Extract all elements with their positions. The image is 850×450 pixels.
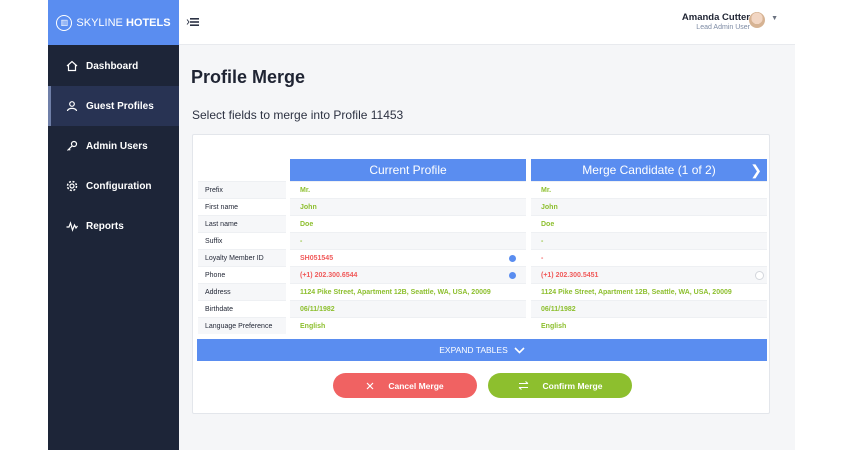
value-cell: 1124 Pike Street, Apartment 12B, Seattle…: [531, 283, 767, 300]
field-label: Language Preference: [198, 317, 286, 334]
home-icon: [66, 60, 78, 72]
sidebar-item-label: Guest Profiles: [86, 100, 154, 112]
value-cell: Mr.: [290, 181, 526, 198]
confirm-merge-button[interactable]: Confirm Merge: [488, 373, 632, 398]
chevron-down-icon[interactable]: ▼: [771, 15, 778, 22]
sidebar-item-guest-profiles[interactable]: Guest Profiles: [48, 86, 179, 126]
value-cell: Doe: [290, 215, 526, 232]
key-icon: [67, 140, 78, 151]
chevron-right-icon[interactable]: ❯: [750, 162, 762, 179]
user-icon: [66, 101, 78, 112]
chevron-down-icon: [514, 346, 525, 354]
current-profile-title: Current Profile: [290, 159, 526, 181]
value-cell-loyalty[interactable]: SH051545: [290, 249, 526, 266]
sidebar-item-label: Reports: [86, 220, 124, 232]
merge-card: Prefix First name Last name Suffix Loyal…: [192, 134, 770, 414]
sidebar-item-dashboard[interactable]: Dashboard: [48, 46, 179, 86]
sidebar-item-configuration[interactable]: Configuration: [48, 166, 179, 206]
avatar[interactable]: [749, 12, 765, 28]
value-cell: -: [531, 249, 767, 266]
value-cell-phone[interactable]: (+1) 202.300.6544: [290, 266, 526, 283]
value-cell: 06/11/1982: [531, 300, 767, 317]
value-cell-phone[interactable]: (+1) 202.300.5451: [531, 266, 767, 283]
value-cell: -: [531, 232, 767, 249]
field-label: Address: [198, 283, 286, 300]
top-bar: Amanda Cutter Lead Admin User ▼: [179, 0, 795, 45]
unselected-radio[interactable]: [755, 271, 764, 280]
field-label: Prefix: [198, 181, 286, 198]
current-profile-panel: Current Profile Mr. John Doe - SH051545 …: [290, 159, 526, 334]
value-cell: Mr.: [531, 181, 767, 198]
expand-tables-button[interactable]: EXPAND TABLES: [197, 339, 767, 361]
merge-candidate-header: Merge Candidate (1 of 2) ❯: [531, 159, 767, 181]
sidebar-nav: Dashboard Guest Profiles Admin Users Con…: [48, 46, 179, 246]
value-cell: Doe: [531, 215, 767, 232]
value-cell: 06/11/1982: [290, 300, 526, 317]
page-subtitle: Select fields to merge into Profile 1145…: [192, 108, 404, 122]
value-cell: English: [531, 317, 767, 334]
selected-radio[interactable]: [509, 272, 516, 279]
value-text: (+1) 202.300.5451: [541, 271, 599, 279]
user-info[interactable]: Amanda Cutter Lead Admin User: [682, 12, 750, 31]
value-text: SH051545: [300, 254, 334, 262]
field-label: Last name: [198, 215, 286, 232]
value-cell: John: [531, 198, 767, 215]
merge-candidate-panel: Merge Candidate (1 of 2) ❯ Mr. John Doe …: [531, 159, 767, 334]
main-content: Profile Merge Select fields to merge int…: [179, 46, 795, 450]
app-shell: ▥ SKYLINE HOTELS Dashboard Guest Profile…: [48, 0, 795, 450]
field-label: Phone: [198, 266, 286, 283]
sidebar-item-label: Admin Users: [86, 140, 148, 152]
value-cell: 1124 Pike Street, Apartment 12B, Seattle…: [290, 283, 526, 300]
brand-name: SKYLINE HOTELS: [76, 16, 171, 29]
cancel-merge-label: Cancel Merge: [388, 380, 444, 391]
field-label: Birthdate: [198, 300, 286, 317]
merge-candidate-title: Merge Candidate (1 of 2): [582, 163, 716, 177]
brand[interactable]: ▥ SKYLINE HOTELS: [48, 0, 179, 45]
confirm-merge-label: Confirm Merge: [542, 380, 603, 391]
sidebar: ▥ SKYLINE HOTELS Dashboard Guest Profile…: [48, 0, 179, 450]
sidebar-item-label: Dashboard: [86, 60, 139, 72]
sidebar-item-label: Configuration: [86, 180, 152, 192]
menu-toggle-icon[interactable]: [186, 16, 200, 28]
field-labels: Prefix First name Last name Suffix Loyal…: [198, 181, 286, 334]
cancel-merge-button[interactable]: Cancel Merge: [333, 373, 477, 398]
field-label: Suffix: [198, 232, 286, 249]
merge-arrows-icon: [518, 381, 528, 390]
value-cell: John: [290, 198, 526, 215]
building-logo-icon: ▥: [56, 14, 73, 31]
value-cell: English: [290, 317, 526, 334]
gear-icon: [66, 180, 78, 192]
page-title: Profile Merge: [191, 67, 306, 87]
field-label: First name: [198, 198, 286, 215]
current-profile-values: Mr. John Doe - SH051545 (+1) 202.300.654…: [290, 181, 526, 334]
user-role: Lead Admin User: [696, 24, 750, 31]
field-label: Loyalty Member ID: [198, 249, 286, 266]
value-cell: -: [290, 232, 526, 249]
sidebar-item-reports[interactable]: Reports: [48, 206, 179, 246]
selected-radio[interactable]: [509, 255, 516, 262]
value-text: (+1) 202.300.6544: [300, 271, 358, 279]
user-name: Amanda Cutter: [681, 12, 750, 23]
close-icon: [366, 382, 374, 389]
merge-candidate-values: Mr. John Doe - - (+1) 202.300.5451 1124 …: [531, 181, 767, 334]
sidebar-item-admin-users[interactable]: Admin Users: [48, 126, 179, 166]
expand-tables-label: EXPAND TABLES: [439, 345, 508, 355]
chart-line-icon: [66, 221, 78, 232]
